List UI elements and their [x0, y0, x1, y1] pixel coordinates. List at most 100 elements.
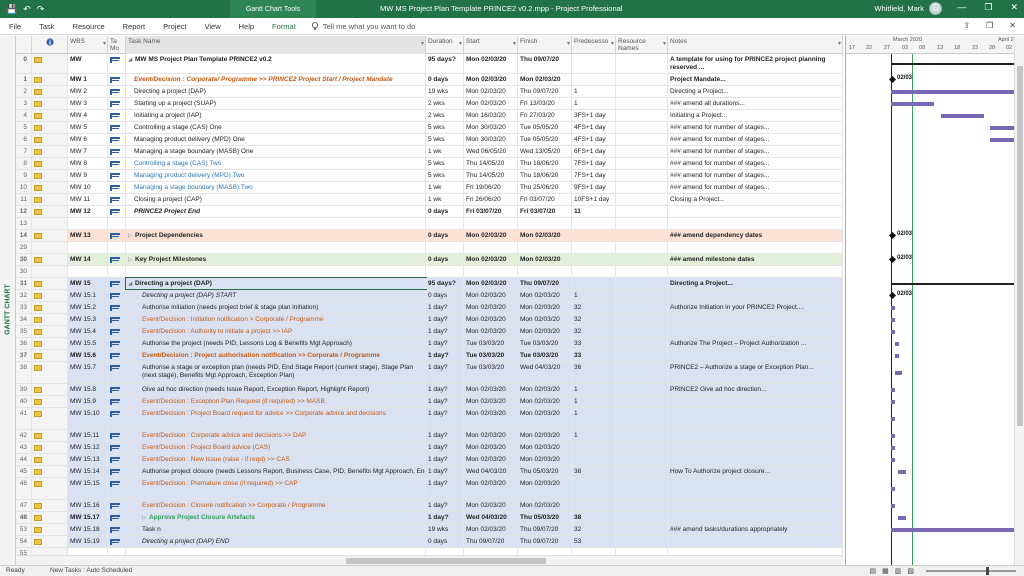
task-bar[interactable] [891, 388, 895, 392]
note-icon[interactable] [34, 469, 42, 475]
collapse-icon[interactable]: ◢ [128, 280, 135, 288]
indicator-cell[interactable] [32, 54, 68, 73]
close-document-button[interactable]: ✕ [1009, 21, 1016, 30]
pred-cell[interactable]: 1 [572, 86, 616, 97]
notes-cell[interactable]: ### amend milestone dates [668, 254, 843, 265]
resource-cell[interactable] [616, 182, 668, 193]
id-cell[interactable]: 14 [16, 230, 32, 241]
note-icon[interactable] [34, 317, 42, 323]
wbs-cell[interactable]: MW 10 [68, 182, 108, 193]
wbs-cell[interactable]: MW 15.14 [68, 466, 108, 477]
notes-cell[interactable] [668, 396, 843, 407]
wbs-cell[interactable]: MW 15.11 [68, 430, 108, 441]
dur-cell[interactable]: 1 day? [426, 500, 464, 511]
resource-cell[interactable] [616, 54, 668, 73]
table-row[interactable]: 30 [16, 266, 843, 278]
notes-cell[interactable]: Directing a Project... [668, 86, 843, 97]
task-bar[interactable] [898, 516, 906, 520]
id-cell[interactable]: 36 [16, 338, 32, 349]
finish-cell[interactable]: Thu 18/06/20 [518, 170, 572, 181]
start-cell[interactable] [464, 218, 518, 229]
pred-cell[interactable] [572, 500, 616, 511]
notes-cell[interactable]: ### amend for number of stages... [668, 134, 843, 145]
note-icon[interactable] [34, 341, 42, 347]
indicator-cell[interactable] [32, 442, 68, 453]
task-bar[interactable] [891, 102, 934, 106]
id-cell[interactable]: 31 [16, 278, 32, 289]
share-icon[interactable]: ⇪ [963, 21, 970, 30]
indicator-cell[interactable] [32, 536, 68, 547]
wbs-cell[interactable]: MW 15.10 [68, 408, 108, 429]
notes-cell[interactable]: ### amend all durations... [668, 98, 843, 109]
task-name-cell[interactable]: Event/Decision : Project Board advice (C… [126, 442, 426, 453]
dur-cell[interactable] [426, 266, 464, 277]
note-icon[interactable] [34, 399, 42, 405]
indicator-cell[interactable] [32, 170, 68, 181]
id-cell[interactable]: 1 [16, 74, 32, 85]
pred-cell[interactable]: 1 [572, 98, 616, 109]
finish-cell[interactable]: Thu 25/06/20 [518, 182, 572, 193]
task-name-cell[interactable]: ◢ Directing a project (DAP) [125, 277, 427, 290]
finish-cell[interactable]: Fri 03/07/20 [518, 206, 572, 217]
task-mode-cell[interactable] [108, 242, 126, 253]
task-name-cell[interactable] [126, 242, 426, 253]
start-cell[interactable]: Fri 26/06/20 [464, 194, 518, 205]
notes-cell[interactable] [668, 536, 843, 547]
id-cell[interactable]: 41 [16, 408, 32, 429]
id-cell[interactable]: 33 [16, 302, 32, 313]
table-row[interactable]: 41 MW 15.10 Event/Decision : Project Board… [16, 408, 843, 430]
task-mode-cell[interactable] [108, 74, 126, 85]
wbs-cell[interactable]: MW 3 [68, 98, 108, 109]
pred-cell[interactable]: 6FS+1 day [572, 146, 616, 157]
notes-cell[interactable] [668, 442, 843, 453]
pred-cell[interactable]: 9FS+1 day [572, 182, 616, 193]
task-name-cell[interactable]: Starting up a project (SUAP) [126, 98, 426, 109]
expand-icon[interactable]: ▷ [128, 256, 135, 264]
summary-bar[interactable] [891, 63, 1014, 65]
finish-cell[interactable]: Fri 03/07/20 [518, 194, 572, 205]
dur-cell[interactable]: 1 day? [426, 396, 464, 407]
task-mode-cell[interactable] [108, 350, 126, 361]
task-name-cell[interactable]: Authorise the project (needs PID, Lesson… [126, 338, 426, 349]
id-cell[interactable]: 12 [16, 206, 32, 217]
id-cell[interactable]: 29 [16, 242, 32, 253]
pred-cell[interactable]: 38 [572, 512, 616, 523]
task-name-cell[interactable]: ▷ Project Dependencies [126, 230, 426, 241]
task-bar[interactable] [990, 138, 1014, 142]
dur-cell[interactable]: 5 wks [426, 170, 464, 181]
note-icon[interactable] [34, 365, 42, 371]
notes-cell[interactable]: Project Mandate... [668, 74, 843, 85]
notes-cell[interactable] [668, 512, 843, 523]
start-cell[interactable]: Mon 02/03/20 [464, 314, 518, 325]
dur-cell[interactable]: 5 wks [426, 134, 464, 145]
task-name-cell[interactable]: Managing a stage boundary (MASB) One [126, 146, 426, 157]
id-cell[interactable]: 7 [16, 146, 32, 157]
scroll-thumb[interactable] [346, 558, 546, 564]
note-icon[interactable] [34, 281, 42, 287]
dur-cell[interactable]: 19 wks [426, 86, 464, 97]
finish-cell[interactable]: Tue 05/05/20 [518, 122, 572, 133]
task-mode-cell[interactable] [108, 158, 126, 169]
indicator-cell[interactable] [32, 466, 68, 477]
task-name-cell[interactable]: ◢ MW MS Project Plan Template PRINCE2 v0.… [126, 54, 426, 73]
task-bar[interactable] [898, 470, 906, 474]
table-row[interactable]: 14 MW 13 ▷ Project Dependencies 0 days Mon 02… [16, 230, 843, 242]
wbs-cell[interactable]: MW 2 [68, 86, 108, 97]
wbs-cell[interactable]: MW 8 [68, 158, 108, 169]
table-row[interactable]: 45 MW 15.14 Authorise project closure (nee… [16, 466, 843, 478]
table-row[interactable]: 12 MW 12 PRINCE2 Project End 0 days Fri 03/0… [16, 206, 843, 218]
pred-cell[interactable]: 7FS+1 day [572, 170, 616, 181]
task-bar[interactable] [990, 126, 1014, 130]
table-row[interactable]: 31 MW 15 ◢ Directing a project (DAP) 95 days… [16, 277, 843, 290]
wbs-cell[interactable]: MW 15.12 [68, 442, 108, 453]
finish-cell[interactable]: Tue 03/03/20 [518, 350, 572, 361]
wbs-cell[interactable]: MW 15.18 [68, 524, 108, 535]
task-bar[interactable] [891, 487, 895, 491]
indicator-cell[interactable] [32, 134, 68, 145]
start-cell[interactable]: Mon 02/03/20 [464, 430, 518, 441]
notes-cell[interactable]: ### amend for number of stages... [668, 182, 843, 193]
pred-cell[interactable]: 1 [572, 430, 616, 441]
resource-cell[interactable] [616, 134, 668, 145]
task-name-cell[interactable]: Event/Decision : Project Board request f… [126, 408, 426, 429]
resource-cell[interactable] [616, 338, 668, 349]
